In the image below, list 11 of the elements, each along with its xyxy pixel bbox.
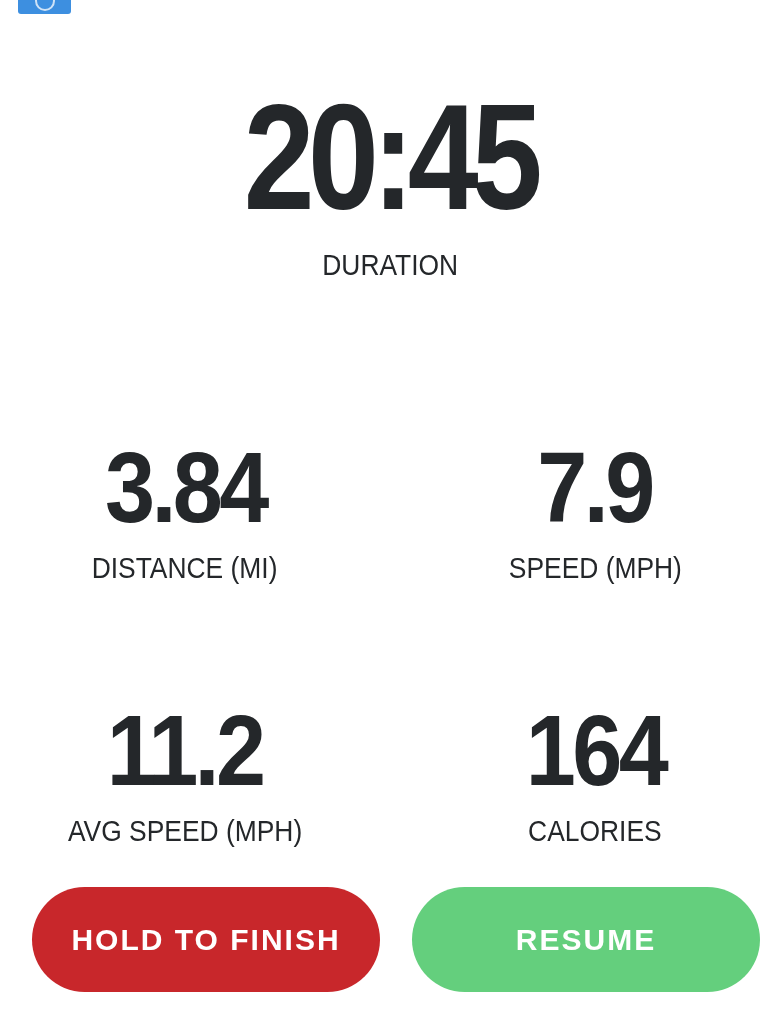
stat-value: 3.84 <box>104 437 266 537</box>
duration-label: DURATION <box>322 247 458 283</box>
duration-value: 20:45 <box>243 82 537 232</box>
stat-label: AVG SPEED (MPH) <box>67 813 303 849</box>
stat-value: 7.9 <box>537 437 653 537</box>
stat-label: DISTANCE (MI) <box>92 550 278 586</box>
finish-button[interactable]: HOLD TO FINISH <box>32 887 380 992</box>
stat-value: 11.2 <box>107 700 263 800</box>
stat-value: 164 <box>525 700 665 800</box>
stat-label: CALORIES <box>528 813 662 849</box>
stat-label: SPEED (MPH) <box>508 550 682 586</box>
